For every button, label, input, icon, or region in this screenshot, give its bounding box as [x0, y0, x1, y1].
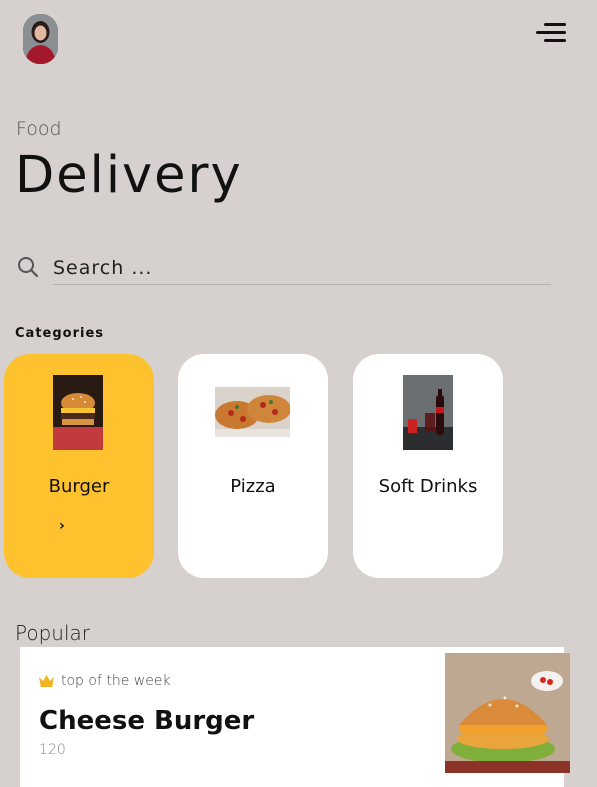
- hamburger-menu-icon[interactable]: [536, 22, 566, 44]
- category-card-soft-drinks[interactable]: Soft Drinks: [353, 354, 503, 578]
- avatar[interactable]: [23, 14, 58, 64]
- chevron-right-icon[interactable]: ›: [59, 518, 65, 534]
- search-icon[interactable]: [16, 255, 40, 279]
- page-title: Delivery: [15, 146, 243, 205]
- category-card-burger[interactable]: Burger ›: [4, 354, 154, 578]
- popular-item-name: Cheese Burger: [39, 706, 255, 736]
- popular-item-price: 120: [39, 742, 66, 758]
- popular-tag: top of the week: [61, 673, 171, 689]
- cheese-burger-photo: [445, 653, 570, 773]
- page-kicker: Food: [16, 118, 62, 140]
- category-label: Soft Drinks: [378, 476, 478, 497]
- categories-heading: Categories: [15, 326, 105, 341]
- category-label: Pizza: [230, 476, 276, 497]
- crown-icon: [39, 675, 54, 687]
- burger-photo: [53, 375, 103, 450]
- popular-heading: Popular: [15, 621, 90, 645]
- category-card-pizza[interactable]: Pizza: [178, 354, 328, 578]
- popular-item-card[interactable]: top of the week Cheese Burger 120: [20, 647, 570, 787]
- search-input[interactable]: [53, 252, 551, 285]
- search-bar: [16, 252, 551, 286]
- soft-drinks-photo: [403, 375, 453, 450]
- category-label: Burger: [48, 476, 110, 497]
- pizza-photo: [215, 387, 290, 437]
